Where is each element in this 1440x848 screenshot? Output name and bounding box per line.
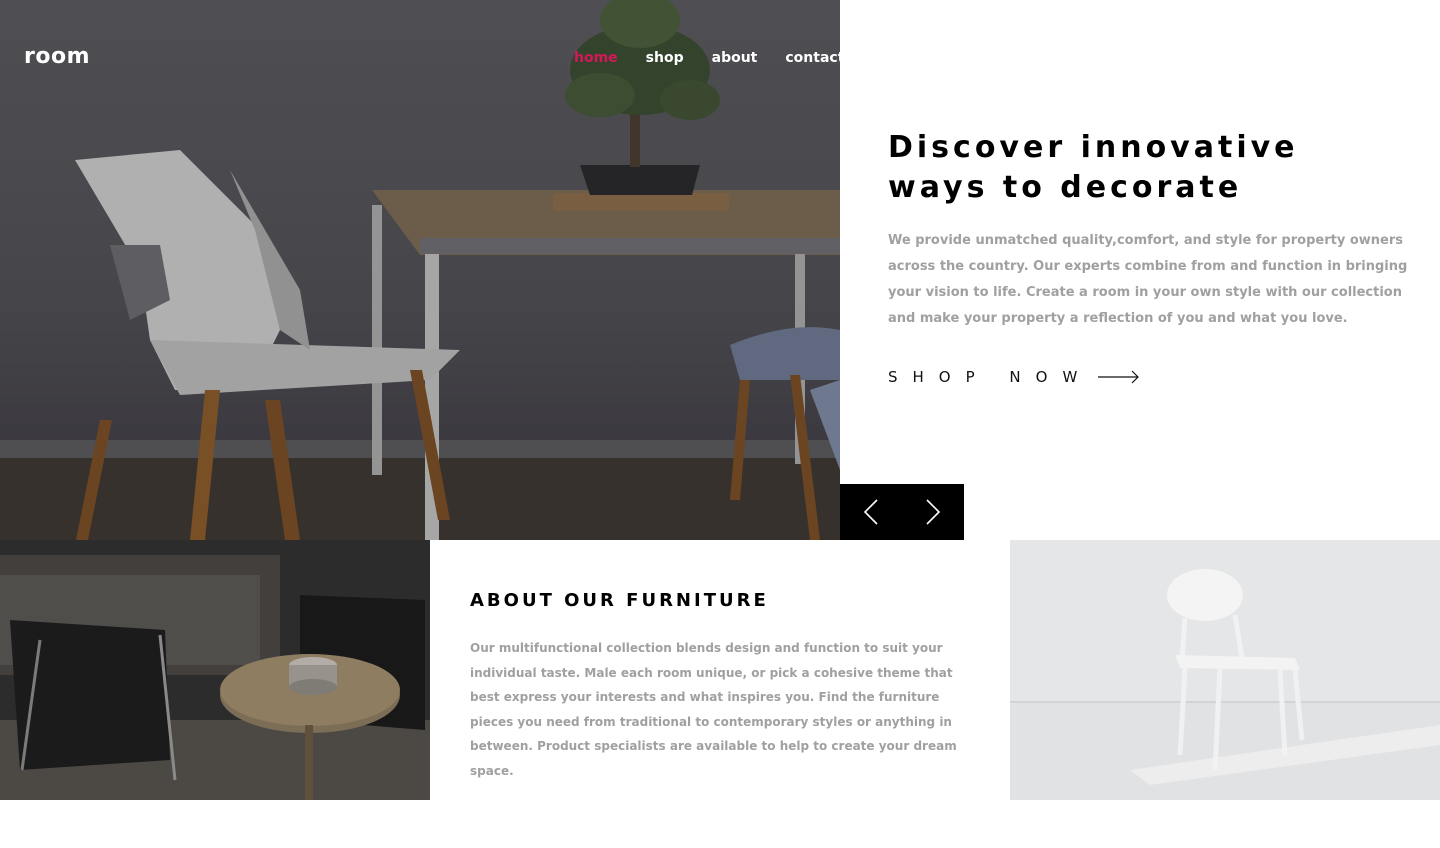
about-image-dark (0, 540, 430, 800)
dark-room-illustration (0, 540, 430, 800)
about-description: Our multifunctional collection blends de… (470, 641, 957, 778)
logo[interactable]: room (24, 44, 90, 69)
slider-next-button[interactable] (902, 484, 964, 540)
hero-description: We provide unmatched quality,comfort, an… (888, 233, 1408, 326)
chevron-right-icon (926, 499, 941, 525)
hero-text-panel: Discover innovative ways to decorate We … (840, 0, 1440, 540)
slider-prev-button[interactable] (840, 484, 902, 540)
about-image-light (1010, 540, 1440, 800)
hero-image: room home shop about contact (0, 0, 840, 540)
nav-item-home[interactable]: home (574, 50, 618, 66)
page: room home shop about contact Discover in… (0, 0, 1440, 848)
nav-item-shop[interactable]: shop (646, 50, 684, 66)
about-section: ABOUT OUR FURNITURE Our multifunctional … (430, 540, 1010, 800)
hero-headline: Discover innovative ways to decorate (888, 130, 1299, 205)
about-title: ABOUT OUR FURNITURE (470, 590, 769, 611)
white-chair-illustration (1010, 540, 1440, 800)
main-nav: home shop about contact (574, 50, 840, 66)
nav-item-contact[interactable]: contact (785, 50, 840, 66)
arrow-right-icon (1098, 370, 1140, 384)
shop-now-link[interactable]: SHOP NOW (888, 368, 1140, 386)
slider-controls (840, 484, 964, 540)
hero-illustration (0, 0, 840, 540)
shop-now-label: SHOP NOW (888, 368, 1093, 386)
chevron-left-icon (863, 499, 878, 525)
nav-item-about[interactable]: about (712, 50, 758, 66)
